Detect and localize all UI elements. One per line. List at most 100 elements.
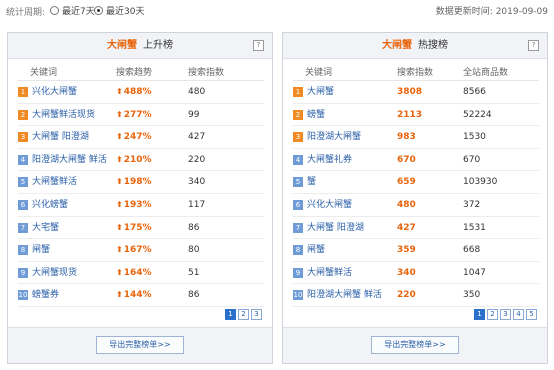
keyword-link[interactable]: 大闸蟹现货 <box>32 268 77 278</box>
keyword-link[interactable]: 阳澄湖大闸蟹 <box>307 132 361 142</box>
export-full-list-button[interactable]: 导出完整榜单>> <box>96 336 184 354</box>
keyword-link[interactable]: 兴化螃蟹 <box>32 200 68 210</box>
search-index: 480 <box>188 87 206 97</box>
table-row: 6 兴化螃蟹 ⬆193% 117 <box>18 194 264 217</box>
rank-badge: 2 <box>18 109 28 120</box>
panel-keyword: 大闸蟹 <box>382 40 412 51</box>
keyword-cell: 1 兴化大闸蟹 <box>18 81 77 104</box>
keyword-link[interactable]: 兴化大闸蟹 <box>32 87 77 97</box>
keyword-link[interactable]: 大闸蟹鲜活 <box>307 268 352 278</box>
keyword-link[interactable]: 螃蟹 <box>307 110 325 120</box>
page-1-button[interactable]: 1 <box>225 309 236 320</box>
keyword-cell: 8 闸蟹 <box>293 239 325 262</box>
search-index: 86 <box>188 290 200 301</box>
keyword-link[interactable]: 螃蟹券 <box>32 290 59 300</box>
export-full-list-button[interactable]: 导出完整榜单>> <box>371 336 459 354</box>
rank-badge: 7 <box>293 222 303 233</box>
page-2-button[interactable]: 2 <box>238 309 249 320</box>
keyword-cell: 4 大闸蟹礼券 <box>293 149 352 172</box>
period-30-days-radio[interactable]: 最近30天 <box>94 4 144 17</box>
trend-cell: ⬆144% <box>116 284 152 306</box>
hot-search-table: 关键词 搜索指数 全站商品数 1 大闸蟹 3808 8566 2 螃蟹 2113 52224 3… <box>293 65 539 307</box>
up-arrow-icon: ⬆ <box>116 87 123 96</box>
panel-header: 大闸蟹 热搜榜 ? <box>283 33 547 59</box>
keyword-cell: 10 阳澄湖大闸蟹 鲜活 <box>293 284 382 307</box>
keyword-cell: 2 螃蟹 <box>293 104 325 127</box>
update-time: 数据更新时间: 2019-09-09 <box>435 7 548 17</box>
keyword-link[interactable]: 大闸蟹 <box>307 87 334 97</box>
trend-cell: ⬆488% <box>116 81 152 103</box>
rank-badge: 4 <box>293 154 303 165</box>
table-header: 关键词 搜索指数 全站商品数 <box>293 65 539 81</box>
search-index: 480 <box>397 199 416 210</box>
page-5-button[interactable]: 5 <box>526 309 537 320</box>
up-arrow-icon: ⬆ <box>116 245 123 255</box>
trend-value: 198% <box>123 177 152 188</box>
page-4-button[interactable]: 4 <box>513 309 524 320</box>
keyword-cell: 7 大闸蟹 阳澄湖 <box>293 217 364 240</box>
keyword-link[interactable]: 蟹 <box>307 177 316 187</box>
keyword-cell: 9 大闸蟹鲜活 <box>293 262 352 285</box>
panel-header: 大闸蟹 上升榜 ? <box>8 33 272 59</box>
keyword-link[interactable]: 大闸蟹鲜活 <box>32 177 77 187</box>
table-row: 1 兴化大闸蟹 ⬆488% 480 <box>18 81 264 104</box>
period-30-days-label[interactable]: 最近30天 <box>106 4 144 17</box>
keyword-link[interactable]: 大闸蟹 阳澄湖 <box>32 132 89 142</box>
radio-circle-selected[interactable] <box>94 6 103 15</box>
keyword-link[interactable]: 兴化大闸蟹 <box>307 200 352 210</box>
rank-badge: 10 <box>18 290 28 301</box>
keyword-link[interactable]: 闸蟹 <box>307 245 325 255</box>
page-2-button[interactable]: 2 <box>487 309 498 320</box>
product-count: 350 <box>463 290 481 301</box>
table-row: 10 螃蟹券 ⬆144% 86 <box>18 284 264 307</box>
period-7-days-label[interactable]: 最近7天 <box>62 4 95 17</box>
table-header: 关键词 搜索趋势 搜索指数 <box>18 65 264 81</box>
panel-subtitle: 热搜榜 <box>418 40 448 51</box>
trend-value: 164% <box>123 267 152 278</box>
rank-badge: 6 <box>293 199 303 210</box>
keyword-cell: 6 兴化大闸蟹 <box>293 194 352 217</box>
page-1-button[interactable]: 1 <box>474 309 485 320</box>
product-count: 1530 <box>463 132 486 143</box>
period-7-days-radio[interactable]: 最近7天 <box>50 4 95 17</box>
top-bar: 统计周期: 最近7天 最近30天 数据更新时间: 2019-09-09 <box>0 0 554 22</box>
keyword-cell: 4 阳澄湖大闸蟹 鲜活 <box>18 149 107 172</box>
keyword-link[interactable]: 阳澄湖大闸蟹 鲜活 <box>32 155 107 165</box>
keyword-link[interactable]: 大宅蟹 <box>32 223 59 233</box>
page-3-button[interactable]: 3 <box>500 309 511 320</box>
table-row: 4 阳澄湖大闸蟹 鲜活 ⬆210% 220 <box>18 149 264 172</box>
page-3-button[interactable]: 3 <box>251 309 262 320</box>
table-row: 8 闸蟹 ⬆167% 80 <box>18 239 264 262</box>
search-index: 427 <box>188 132 206 143</box>
trend-cell: ⬆164% <box>116 262 152 284</box>
radio-circle[interactable] <box>50 6 59 15</box>
up-arrow-icon: ⬆ <box>116 267 123 277</box>
table-row: 7 大闸蟹 阳澄湖 427 1531 <box>293 217 539 240</box>
product-count: 670 <box>463 154 481 165</box>
panel-keyword: 大闸蟹 <box>107 40 137 51</box>
keyword-cell: 7 大宅蟹 <box>18 217 59 240</box>
keyword-cell: 2 大闸蟹鲜活现货 <box>18 104 95 127</box>
help-icon[interactable]: ? <box>253 40 264 51</box>
keyword-link[interactable]: 大闸蟹礼券 <box>307 155 352 165</box>
table-row: 9 大闸蟹现货 ⬆164% 51 <box>18 262 264 285</box>
rank-badge: 7 <box>18 222 28 233</box>
product-count: 8566 <box>463 87 486 97</box>
keyword-cell: 9 大闸蟹现货 <box>18 262 77 285</box>
keyword-link[interactable]: 闸蟹 <box>32 245 50 255</box>
col-keyword: 关键词 <box>30 68 58 78</box>
up-arrow-icon: ⬆ <box>116 199 123 209</box>
rank-badge: 3 <box>293 132 303 143</box>
product-count: 668 <box>463 245 481 256</box>
rising-rank-panel: 大闸蟹 上升榜 ? 关键词 搜索趋势 搜索指数 1 兴化大闸蟹 ⬆488% 480 2 大闸… <box>7 32 273 364</box>
keyword-link[interactable]: 大闸蟹鲜活现货 <box>32 110 95 120</box>
table-row: 2 大闸蟹鲜活现货 ⬆277% 99 <box>18 104 264 127</box>
help-icon[interactable]: ? <box>528 40 539 51</box>
up-arrow-icon: ⬆ <box>116 290 123 300</box>
keyword-link[interactable]: 大闸蟹 阳澄湖 <box>307 223 364 233</box>
trend-cell: ⬆247% <box>116 126 152 148</box>
keyword-cell: 1 大闸蟹 <box>293 81 334 104</box>
trend-cell: ⬆193% <box>116 194 152 216</box>
trend-value: 247% <box>123 132 152 143</box>
keyword-link[interactable]: 阳澄湖大闸蟹 鲜活 <box>307 290 382 300</box>
